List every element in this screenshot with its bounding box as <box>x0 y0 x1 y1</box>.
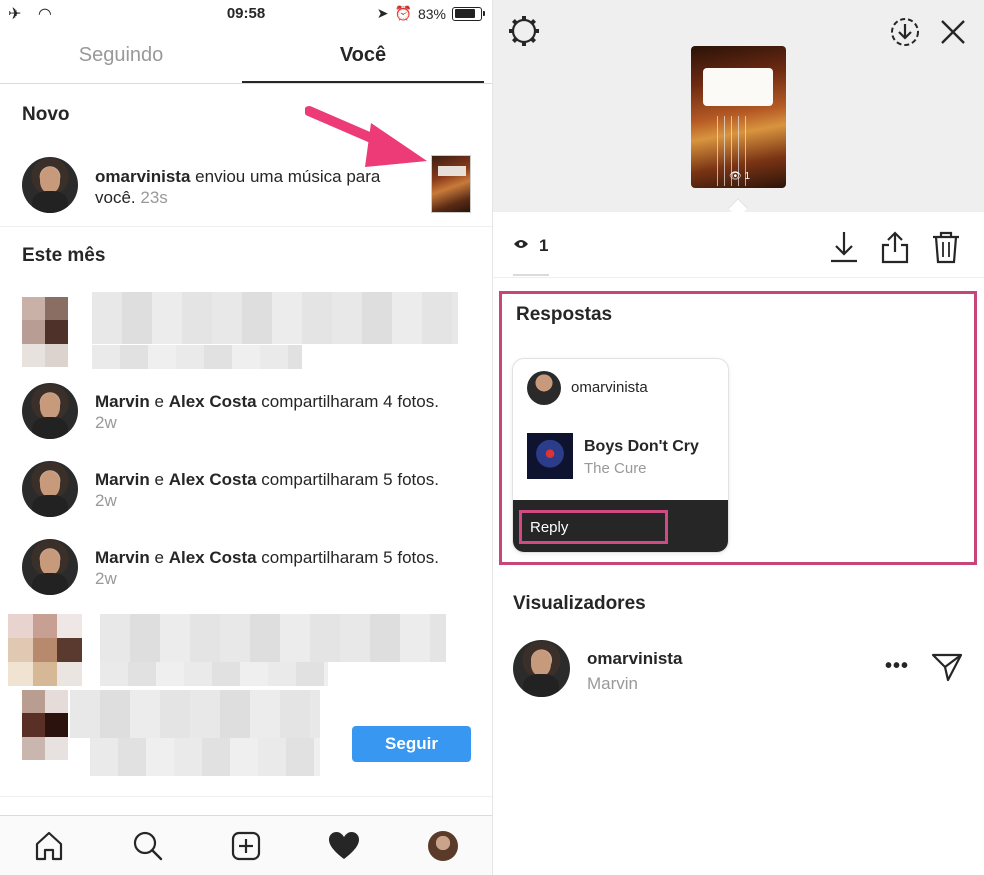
home-icon[interactable] <box>32 829 66 863</box>
gear-icon[interactable] <box>507 14 541 48</box>
reply-card[interactable]: omarvinista Boys Don't Cry The Cure Repl… <box>512 358 729 553</box>
album-cover[interactable] <box>527 433 573 479</box>
section-new: Novo <box>22 104 70 125</box>
status-bar: ✈ ◠ 09:58 ➤ ⏰ 83% <box>0 0 492 28</box>
share-icon[interactable] <box>879 230 911 264</box>
blurred-text <box>92 345 302 369</box>
story-preview[interactable]: 👁 1 <box>691 46 786 188</box>
divider <box>0 796 492 797</box>
avatar[interactable] <box>22 383 78 439</box>
activity-tabs: Seguindo Você <box>0 28 492 84</box>
bottom-navigation <box>0 815 492 875</box>
reply-bar: Reply <box>513 500 728 552</box>
notification-user[interactable]: omarvinista <box>95 167 190 186</box>
profile-icon[interactable] <box>426 829 460 863</box>
replies-title: Respostas <box>516 304 613 325</box>
blurred-avatar <box>8 614 82 686</box>
blurred-text <box>100 662 328 686</box>
blurred-text <box>90 738 320 776</box>
notification-item[interactable]: Marvin e Alex Costa compartilharam 5 fot… <box>95 547 440 589</box>
close-icon[interactable] <box>939 18 967 46</box>
reply-button[interactable]: Reply <box>519 510 668 544</box>
heart-icon[interactable] <box>327 829 361 863</box>
eye-icon <box>514 240 528 248</box>
story-header: 👁 1 <box>493 0 984 212</box>
download-icon[interactable] <box>829 230 859 264</box>
avatar[interactable] <box>513 640 570 697</box>
blurred-text <box>70 690 320 738</box>
views-count[interactable]: 1 <box>539 236 548 256</box>
alarm-icon: ⏰ <box>394 5 412 21</box>
story-viewer-panel: 👁 1 1 Respostas omarvinista Boys Don't C… <box>492 0 984 875</box>
avatar[interactable] <box>527 371 561 405</box>
battery-percent: 83% <box>417 5 446 22</box>
blurred-text <box>100 614 446 662</box>
song-title: Boys Don't Cry <box>584 438 699 455</box>
battery-icon <box>452 6 485 21</box>
replies-highlight-box: Respostas omarvinista Boys Don't Cry The… <box>499 291 977 565</box>
tab-underline <box>513 274 549 276</box>
divider <box>0 226 492 227</box>
search-icon[interactable] <box>131 829 165 863</box>
add-post-icon[interactable] <box>229 829 263 863</box>
music-sticker <box>703 68 773 106</box>
avatar[interactable] <box>22 461 78 517</box>
viewers-title: Visualizadores <box>513 593 646 614</box>
story-thumbnail[interactable] <box>431 155 471 213</box>
blurred-text <box>92 292 458 344</box>
avatar[interactable] <box>22 539 78 595</box>
views-toolbar: 1 <box>493 214 984 278</box>
viewer-name: Marvin <box>587 674 639 693</box>
activity-panel: ✈ ◠ 09:58 ➤ ⏰ 83% Seguindo Você Novo oma… <box>0 0 492 875</box>
follow-button[interactable]: Seguir <box>352 726 471 762</box>
story-views: 👁 1 <box>729 171 751 182</box>
song-artist: The Cure <box>584 460 647 477</box>
more-options-icon[interactable]: ••• <box>885 655 909 678</box>
trash-icon[interactable] <box>931 230 961 264</box>
blurred-avatar <box>22 690 68 760</box>
tab-you[interactable]: Você <box>242 28 484 83</box>
send-icon[interactable] <box>931 652 963 682</box>
section-this-month: Este mês <box>22 245 106 266</box>
notification-item[interactable]: Marvin e Alex Costa compartilharam 4 fot… <box>95 391 440 433</box>
location-icon: ➤ <box>376 5 389 21</box>
avatar[interactable] <box>22 157 78 213</box>
download-circle-icon[interactable] <box>889 16 921 48</box>
viewer-username[interactable]: omarvinista <box>587 649 682 669</box>
notification-item[interactable]: Marvin e Alex Costa compartilharam 5 fot… <box>95 469 440 511</box>
pink-arrow-annotation <box>305 106 427 167</box>
blurred-avatar <box>22 297 68 367</box>
reply-username[interactable]: omarvinista <box>571 379 648 396</box>
tab-following[interactable]: Seguindo <box>0 28 242 83</box>
